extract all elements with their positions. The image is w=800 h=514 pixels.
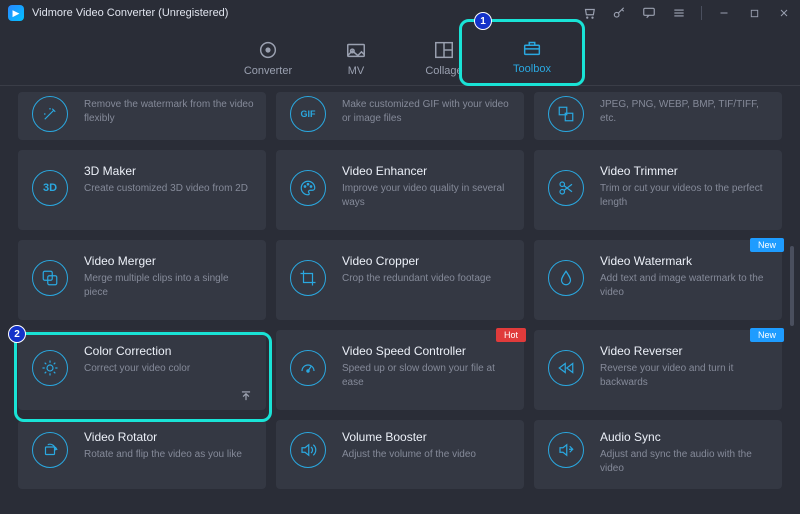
card-title: Video Trimmer	[600, 164, 770, 178]
card-desc: Adjust and sync the audio with the video	[600, 448, 770, 475]
badge-new: New	[750, 328, 784, 342]
nav-label: Collage	[425, 65, 462, 77]
card-desc: Crop the redundant video footage	[342, 272, 512, 286]
wand-icon	[32, 96, 68, 132]
key-icon[interactable]	[611, 5, 627, 21]
window-controls	[581, 5, 792, 21]
nav-collage[interactable]: Collage	[400, 39, 488, 85]
badge-hot: Hot	[496, 328, 526, 342]
image-swap-icon	[548, 96, 584, 132]
card-video-cropper[interactable]: Video Cropper Crop the redundant video f…	[276, 240, 524, 320]
menu-icon[interactable]	[671, 5, 687, 21]
mv-icon	[345, 39, 367, 61]
card-image-converter[interactable]: JPEG, PNG, WEBP, BMP, TIF/TIFF, etc.	[534, 92, 782, 140]
top-nav: Converter MV Collage Toolbox	[0, 26, 800, 86]
sun-icon	[32, 350, 68, 386]
card-desc: Improve your video quality in several wa…	[342, 182, 512, 209]
card-title: Volume Booster	[342, 430, 512, 444]
card-desc: Speed up or slow down your file at ease	[342, 362, 512, 389]
card-desc: Add text and image watermark to the vide…	[600, 272, 770, 299]
card-video-enhancer[interactable]: Video Enhancer Improve your video qualit…	[276, 150, 524, 230]
card-video-trimmer[interactable]: Video Trimmer Trim or cut your videos to…	[534, 150, 782, 230]
minimize-button[interactable]	[716, 5, 732, 21]
scissors-icon	[548, 170, 584, 206]
card-title: Video Speed Controller	[342, 344, 512, 358]
nav-converter[interactable]: Converter	[224, 39, 312, 85]
merge-icon	[32, 260, 68, 296]
card-title: Video Watermark	[600, 254, 770, 268]
collage-icon	[433, 39, 455, 61]
card-desc: Adjust the volume of the video	[342, 448, 512, 462]
card-video-speed-controller[interactable]: Hot Video Speed Controller Speed up or s…	[276, 330, 524, 410]
card-video-watermark[interactable]: New Video Watermark Add text and image w…	[534, 240, 782, 320]
card-desc: Trim or cut your videos to the perfect l…	[600, 182, 770, 209]
card-color-correction[interactable]: Color Correction Correct your video colo…	[18, 330, 266, 410]
toolbox-content: Remove the watermark from the video flex…	[0, 86, 800, 510]
nav-label: Toolbox	[513, 63, 551, 75]
tool-grid: Remove the watermark from the video flex…	[18, 92, 782, 489]
card-desc: Reverse your video and turn it backwards	[600, 362, 770, 389]
card-desc: JPEG, PNG, WEBP, BMP, TIF/TIFF, etc.	[600, 98, 770, 125]
scrollbar[interactable]	[790, 246, 794, 326]
3d-icon: 3D	[32, 170, 68, 206]
nav-mv[interactable]: MV	[312, 39, 400, 85]
card-video-rotator[interactable]: Video Rotator Rotate and flip the video …	[18, 420, 266, 489]
volume-icon	[290, 432, 326, 468]
palette-icon	[290, 170, 326, 206]
gif-icon: GIF	[290, 96, 326, 132]
card-desc: Create customized 3D video from 2D	[84, 182, 254, 196]
card-title: Video Cropper	[342, 254, 512, 268]
card-title: Video Merger	[84, 254, 254, 268]
card-volume-booster[interactable]: Volume Booster Adjust the volume of the …	[276, 420, 524, 489]
card-gif-maker[interactable]: GIF Make customized GIF with your video …	[276, 92, 524, 140]
card-title: 3D Maker	[84, 164, 254, 178]
scroll-to-top-icon[interactable]	[238, 388, 254, 404]
card-title: Video Reverser	[600, 344, 770, 358]
drop-icon	[548, 260, 584, 296]
close-button[interactable]	[776, 5, 792, 21]
nav-toolbox[interactable]: Toolbox	[488, 37, 576, 85]
converter-icon	[257, 39, 279, 61]
window-title: Vidmore Video Converter (Unregistered)	[32, 7, 228, 19]
card-title: Video Enhancer	[342, 164, 512, 178]
card-3d-maker[interactable]: 3D 3D Maker Create customized 3D video f…	[18, 150, 266, 230]
card-desc: Correct your video color	[84, 362, 254, 376]
rewind-icon	[548, 350, 584, 386]
card-watermark-remover[interactable]: Remove the watermark from the video flex…	[18, 92, 266, 140]
cart-icon[interactable]	[581, 5, 597, 21]
rotate-icon	[32, 432, 68, 468]
gauge-icon	[290, 350, 326, 386]
sync-icon	[548, 432, 584, 468]
card-video-reverser[interactable]: New Video Reverser Reverse your video an…	[534, 330, 782, 410]
card-desc: Merge multiple clips into a single piece	[84, 272, 254, 299]
maximize-button[interactable]	[746, 5, 762, 21]
card-desc: Rotate and flip the video as you like	[84, 448, 254, 462]
badge-new: New	[750, 238, 784, 252]
feedback-icon[interactable]	[641, 5, 657, 21]
card-desc: Remove the watermark from the video flex…	[84, 98, 254, 125]
toolbox-icon	[521, 37, 543, 59]
nav-label: MV	[348, 65, 365, 77]
app-logo: ▶	[8, 5, 24, 21]
divider	[701, 6, 702, 20]
titlebar: ▶ Vidmore Video Converter (Unregistered)	[0, 0, 800, 26]
card-desc: Make customized GIF with your video or i…	[342, 98, 512, 125]
nav-label: Converter	[244, 65, 292, 77]
card-audio-sync[interactable]: Audio Sync Adjust and sync the audio wit…	[534, 420, 782, 489]
card-title: Audio Sync	[600, 430, 770, 444]
card-title: Video Rotator	[84, 430, 254, 444]
crop-icon	[290, 260, 326, 296]
card-title: Color Correction	[84, 344, 254, 358]
card-video-merger[interactable]: Video Merger Merge multiple clips into a…	[18, 240, 266, 320]
